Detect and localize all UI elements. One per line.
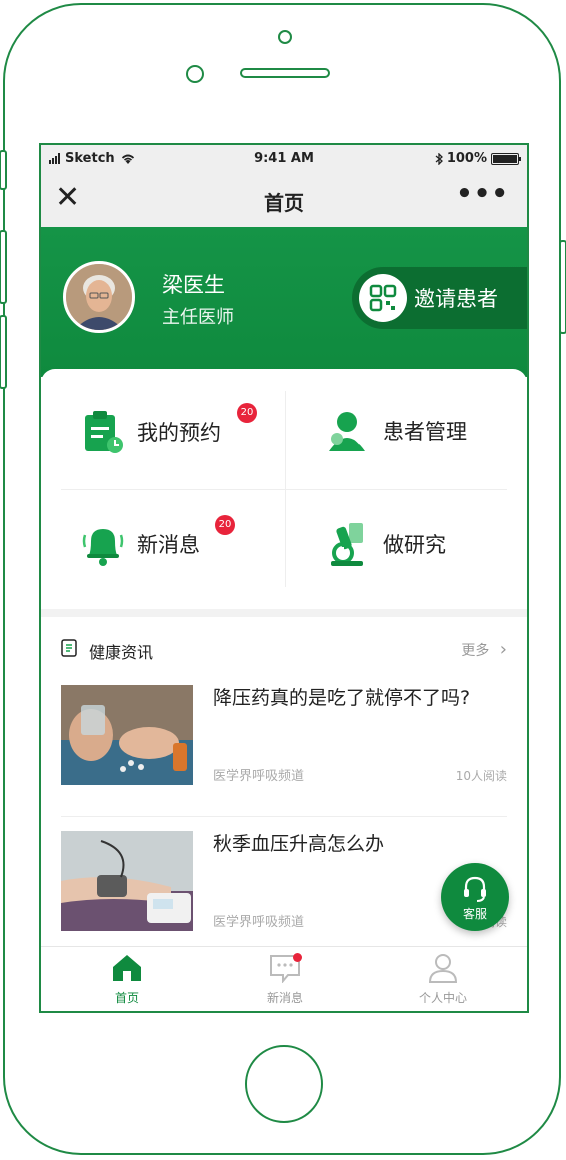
headset-icon xyxy=(464,876,486,902)
feature-grid: 我的预约 20 患者管理 新消息 20 做研究 xyxy=(41,369,527,609)
tab-label: 新消息 xyxy=(266,991,303,1005)
home-button[interactable] xyxy=(245,1045,323,1123)
bell-icon xyxy=(82,529,124,566)
health-news-header: 健康资讯 更多 › xyxy=(41,617,527,679)
side-button xyxy=(0,150,7,190)
microscope-icon xyxy=(331,523,363,566)
side-button xyxy=(0,315,7,389)
camera xyxy=(278,30,292,44)
person-icon xyxy=(428,954,458,983)
divider xyxy=(61,489,507,490)
bluetooth-icon xyxy=(435,152,443,165)
article-reads: 10人阅读 xyxy=(455,769,507,783)
menu-label: 做研究 xyxy=(383,533,446,557)
status-bar: Sketch 9:41 AM 100% xyxy=(41,145,527,173)
invite-label: 邀请患者 xyxy=(414,287,498,311)
tab-label: 个人中心 xyxy=(418,991,467,1005)
customer-service-button[interactable]: 客服 xyxy=(441,863,509,931)
doctor-title: 主任医师 xyxy=(162,307,234,328)
menu-label: 新消息 xyxy=(137,533,200,557)
screen: Sketch 9:41 AM 100% ✕ 首页 ••• 梁医生 主任医师 邀请… xyxy=(39,143,529,1013)
home-icon xyxy=(113,955,141,981)
unread-dot xyxy=(293,953,302,962)
fab-label: 客服 xyxy=(462,907,487,921)
calendar-icon xyxy=(85,411,123,453)
menu-item-messages[interactable]: 新消息 20 xyxy=(81,515,235,567)
speaker xyxy=(240,68,330,78)
page-title: 首页 xyxy=(264,191,304,215)
menu-item-appointments[interactable]: 我的预约 20 xyxy=(81,403,257,455)
battery-percent: 100% xyxy=(446,151,487,166)
article-item[interactable]: 降压药真的是吃了就停不了吗? 医学界呼吸频道 10人阅读 xyxy=(41,677,527,817)
side-button xyxy=(0,230,7,304)
news-icon xyxy=(61,639,77,657)
article-thumbnail xyxy=(61,831,193,931)
doctor-header: 梁医生 主任医师 邀请患者 xyxy=(41,227,527,377)
invite-patient-button[interactable]: 邀请患者 xyxy=(352,267,527,329)
doctor-name: 梁医生 xyxy=(162,273,225,297)
side-button xyxy=(559,240,566,334)
avatar[interactable] xyxy=(63,261,135,333)
menu-label: 我的预约 xyxy=(137,421,221,445)
tab-messages[interactable]: 新消息 xyxy=(235,953,335,1006)
menu-item-patient-management[interactable]: 患者管理 xyxy=(325,409,467,453)
notification-badge: 20 xyxy=(237,403,257,423)
battery-icon xyxy=(491,152,521,165)
tab-label: 首页 xyxy=(114,991,139,1005)
article-thumbnail xyxy=(61,685,193,785)
sensor xyxy=(186,65,204,83)
article-headline: 秋季血压升高怎么办 xyxy=(213,833,385,855)
tab-bar: 首页 新消息 个人中心 xyxy=(41,946,527,1011)
patient-icon xyxy=(329,412,365,451)
article-source: 医学界呼吸频道 xyxy=(213,915,305,930)
more-link[interactable]: 更多 › xyxy=(461,639,507,660)
menu-item-research[interactable]: 做研究 xyxy=(325,521,446,567)
more-label: 更多 xyxy=(461,643,490,659)
notification-badge: 20 xyxy=(215,515,235,535)
qr-code-icon xyxy=(359,274,407,322)
section-title: 健康资讯 xyxy=(89,643,154,662)
chevron-right-icon: › xyxy=(499,639,507,660)
article-source: 医学界呼吸频道 xyxy=(213,769,305,784)
more-icon[interactable]: ••• xyxy=(456,179,509,209)
nav-bar: ✕ 首页 ••• xyxy=(41,173,527,227)
article-headline: 降压药真的是吃了就停不了吗? xyxy=(213,687,471,709)
section-separator xyxy=(41,609,527,617)
tab-home[interactable]: 首页 xyxy=(77,953,177,1006)
divider xyxy=(61,816,507,817)
menu-label: 患者管理 xyxy=(383,420,467,444)
tab-profile[interactable]: 个人中心 xyxy=(393,953,493,1006)
